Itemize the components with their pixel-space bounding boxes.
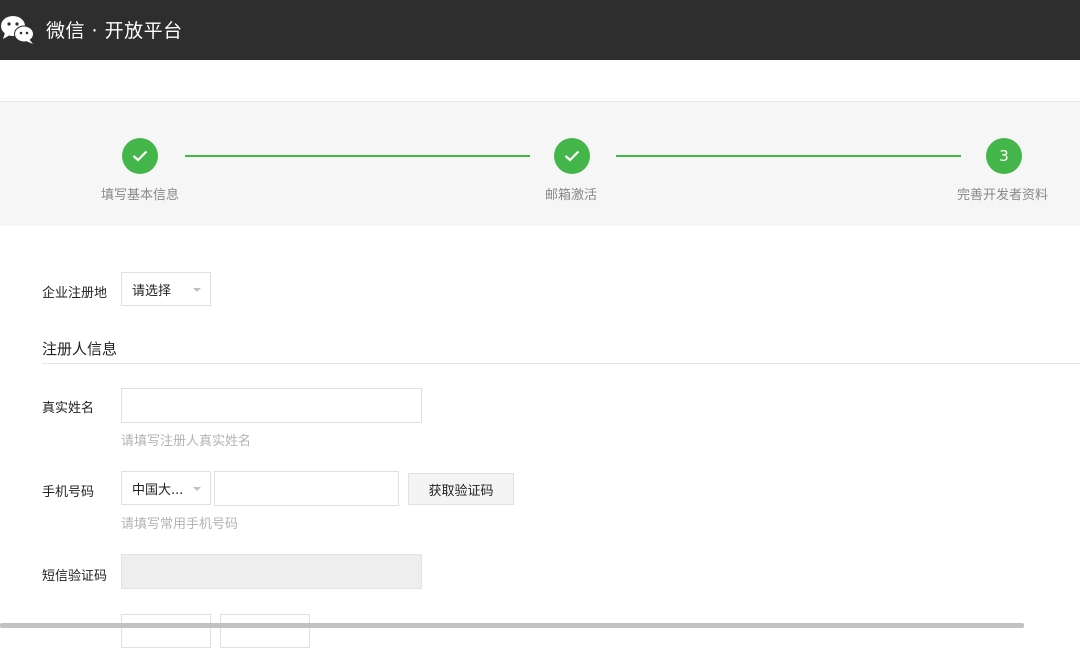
progress-steps: 3 填写基本信息 邮箱激活 完善开发者资料 [0,101,1080,226]
step-connector-1 [185,155,530,157]
chevron-down-icon [193,487,201,491]
chevron-down-icon [193,288,201,292]
phone-label: 手机号码 [42,485,95,500]
step-1-label: 填写基本信息 [101,188,180,203]
registrant-section-title: 注册人信息 [42,340,118,358]
wechat-logo-icon[interactable] [0,14,36,46]
sms-code-input[interactable] [121,554,422,589]
country-code-select[interactable]: 中国大... [121,471,211,505]
country-code-value: 中国大... [132,482,184,498]
real-name-label: 真实姓名 [42,401,95,416]
region-select-value: 请选择 [132,283,172,299]
step-2-label: 邮箱激活 [545,188,598,203]
phone-hint: 请填写常用手机号码 [121,517,239,532]
step-3-label: 完善开发者资料 [957,188,1049,203]
step-connector-2 [616,155,961,157]
phone-input[interactable] [214,471,399,506]
real-name-hint: 请填写注册人真实姓名 [121,434,252,449]
step-2-check-icon [554,138,590,174]
next-row-select-1[interactable] [121,614,211,648]
region-select[interactable]: 请选择 [121,272,211,306]
brand-title[interactable]: 微信 · 开放平台 [46,16,183,43]
horizontal-scrollbar[interactable] [0,623,1024,628]
step-1-check-icon [122,138,158,174]
step-3-number: 3 [986,138,1022,174]
sms-code-label: 短信验证码 [42,569,108,584]
region-label: 企业注册地 [42,286,108,301]
next-row-select-2[interactable] [220,614,310,648]
real-name-input[interactable] [121,388,422,423]
top-bar: 微信 · 开放平台 [0,0,1080,60]
get-code-button[interactable]: 获取验证码 [408,473,514,505]
section-divider [42,363,1080,364]
